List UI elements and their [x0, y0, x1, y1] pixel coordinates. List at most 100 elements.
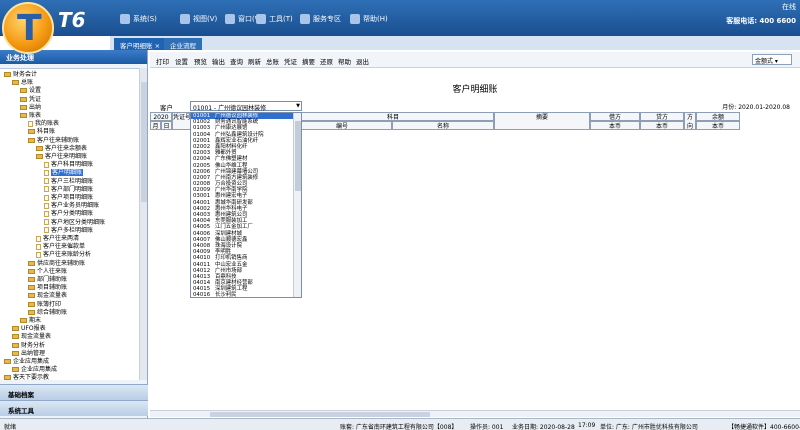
tree-node[interactable]: 客户明细账 — [44, 169, 84, 177]
dropdown-option[interactable]: 04016 长沙利民 — [191, 292, 301, 298]
tree-node-label: 客户明细账 — [51, 169, 84, 177]
tree-node-label: 客户分类明细账 — [51, 210, 94, 218]
tree-node[interactable]: 出纳 — [20, 104, 41, 112]
tree-node[interactable]: 客户往来账龄分析 — [36, 251, 91, 259]
tree-node[interactable]: 企业应用集成 — [12, 366, 57, 374]
tree-node[interactable]: 客户项目明细账 — [44, 194, 93, 202]
menu-item-5[interactable]: 帮助(H) — [350, 14, 388, 24]
tree-node[interactable]: 部门辅助账 — [28, 276, 67, 284]
option-name: 长沙利民 — [215, 292, 237, 298]
customer-dropdown-list[interactable]: 01001 广州德议园林装修 01002 财务通讯智能系统 01003 广州康达展馆 010… — [190, 112, 302, 298]
online-status: 在线 — [782, 3, 796, 11]
menu-item-4[interactable]: 服务专区 — [300, 14, 341, 24]
toolbar-button-4[interactable]: 查询 — [230, 56, 243, 66]
dropdown-scrollbar[interactable] — [293, 113, 301, 297]
menu-item-0[interactable]: 系统(S) — [120, 14, 157, 24]
tree-node[interactable]: 客户往来余额表 — [36, 145, 87, 153]
tree-node-label: 客户地区分类明细账 — [51, 218, 106, 226]
tree-node[interactable]: UFO报表 — [12, 325, 46, 333]
tree-scroll-thumb[interactable] — [141, 82, 147, 202]
toolbar-button-2[interactable]: 预览 — [194, 56, 207, 66]
tree-node[interactable]: 客户往来催款单 — [36, 243, 85, 251]
tree-node[interactable]: 项目辅助账 — [28, 284, 67, 292]
toolbar-button-10[interactable]: 帮助 — [338, 56, 351, 66]
tree-node[interactable]: 凭证 — [20, 96, 41, 104]
toolbar-button-11[interactable]: 退出 — [356, 56, 369, 66]
tab-enterprise-flow[interactable]: 企业流程 — [164, 38, 202, 50]
menu-label: 工具(T) — [269, 15, 293, 23]
menu-label: 服务专区 — [313, 15, 341, 23]
tree-node[interactable]: 客户分类明细账 — [44, 210, 93, 218]
folder-icon — [4, 375, 11, 380]
toolbar-button-1[interactable]: 设置 — [175, 56, 188, 66]
tree-node-label: 出纳 — [29, 103, 42, 111]
tree-node[interactable]: 客户地区分类明细账 — [44, 219, 105, 227]
horizontal-scroll-thumb[interactable] — [210, 412, 430, 417]
business-date-status: 业务日期: 2020-08-28 — [512, 424, 575, 430]
tree-node[interactable]: 现金流量表 — [28, 292, 67, 300]
folder-icon — [20, 88, 27, 94]
tree-node[interactable]: 财务分析 — [12, 342, 45, 350]
toolbar-button-7[interactable]: 凭证 — [284, 56, 297, 66]
hotline-status: 【畅捷通软件】400-6600-5 — [728, 424, 800, 430]
hotline-text: 客服电话: 400 6600 — [726, 17, 796, 25]
toolbar-button-5[interactable]: 刷新 — [248, 56, 261, 66]
account-status: 账套: 广东省南环建筑工程有限公司【008】 — [340, 424, 458, 430]
tree-node[interactable]: 综合辅助账 — [28, 309, 67, 317]
tree-node[interactable]: 账簿打印 — [28, 301, 61, 309]
folder-icon — [20, 96, 27, 102]
dropdown-scroll-thumb[interactable] — [295, 121, 301, 191]
folder-icon — [20, 104, 27, 110]
report-area: 客户明细账 客户 01001 - 广州德议园林装修 ▼ 月份: 2020.01-2… — [150, 68, 800, 416]
tree-node[interactable]: 客户多栏明细账 — [44, 227, 93, 235]
basic-archive-button[interactable]: 基础档案 — [0, 384, 148, 400]
tree-node[interactable]: 客户科目明细账 — [44, 161, 93, 169]
tree-node[interactable]: 客户部门明细账 — [44, 186, 93, 194]
credit-currency-header: 本币 — [640, 121, 684, 130]
tree-node[interactable]: 科目账 — [28, 128, 55, 136]
toolbar-button-0[interactable]: 打印 — [156, 56, 169, 66]
tree-node[interactable]: 我的账表 — [28, 120, 59, 128]
tree-node[interactable]: 总账 — [12, 79, 33, 87]
toolbar-button-8[interactable]: 摘要 — [302, 56, 315, 66]
tree-node[interactable]: 出纳管理 — [12, 350, 45, 358]
customer-select[interactable]: 01001 - 广州德议园林装修 ▼ — [190, 101, 302, 112]
month-header: 月 — [150, 121, 161, 130]
folder-icon — [12, 350, 19, 356]
document-icon — [28, 120, 33, 127]
report-title: 客户明细账 — [452, 85, 498, 95]
tree-node-label: 客户往来明细账 — [45, 153, 88, 160]
tree-node[interactable]: 企业应用集成 — [4, 358, 49, 366]
tree-node[interactable]: 客户三栏明细账 — [44, 178, 93, 186]
month-range: 月份: 2020.01-2020.08 — [722, 104, 790, 111]
tab-customer-ledger[interactable]: 客户明细账 × — [114, 38, 167, 50]
tree-node[interactable]: 供应商往来辅助账 — [28, 260, 85, 268]
tree-node[interactable]: 现金流量表 — [12, 333, 51, 341]
toolbar-button-9[interactable]: 还原 — [320, 56, 333, 66]
tree-node[interactable]: 设置 — [20, 87, 41, 95]
tree-node[interactable]: 期末 — [20, 317, 41, 325]
folder-icon — [20, 318, 27, 323]
menu-item-3[interactable]: 工具(T) — [256, 14, 293, 24]
ledger-style-select[interactable]: 金额式 ▾ — [752, 54, 792, 65]
tree-node[interactable]: 客天下要示教 — [4, 374, 49, 380]
tree-scrollbar[interactable] — [139, 68, 147, 380]
folder-icon — [12, 326, 19, 332]
horizontal-scrollbar[interactable] — [150, 410, 800, 417]
tree-node[interactable]: 个人往来账 — [28, 268, 67, 276]
tree-node[interactable]: 财务会计 — [4, 71, 37, 79]
document-tabs: 客户明细账 × 企业流程 — [110, 36, 800, 50]
menu-item-1[interactable]: 视图(V) — [180, 14, 217, 24]
tree-node[interactable]: 客户业务员明细账 — [44, 202, 99, 210]
tree-node-label: UFO报表 — [21, 325, 46, 333]
tree-node[interactable]: 客户往来辅助账 — [28, 137, 79, 145]
toolbar-button-6[interactable]: 总账 — [266, 56, 279, 66]
subject-name-header: 名称 — [392, 121, 494, 130]
document-icon — [44, 186, 49, 193]
tree-node[interactable]: 客户往来两清 — [36, 235, 79, 243]
toolbar-button-3[interactable]: 输出 — [212, 56, 225, 66]
tree-node-label: 现金流量表 — [21, 333, 52, 341]
system-tools-button[interactable]: 系统工具 — [0, 400, 148, 416]
tree-node[interactable]: 账表 — [20, 112, 41, 120]
tree-node[interactable]: 客户往来明细账 — [36, 153, 87, 161]
